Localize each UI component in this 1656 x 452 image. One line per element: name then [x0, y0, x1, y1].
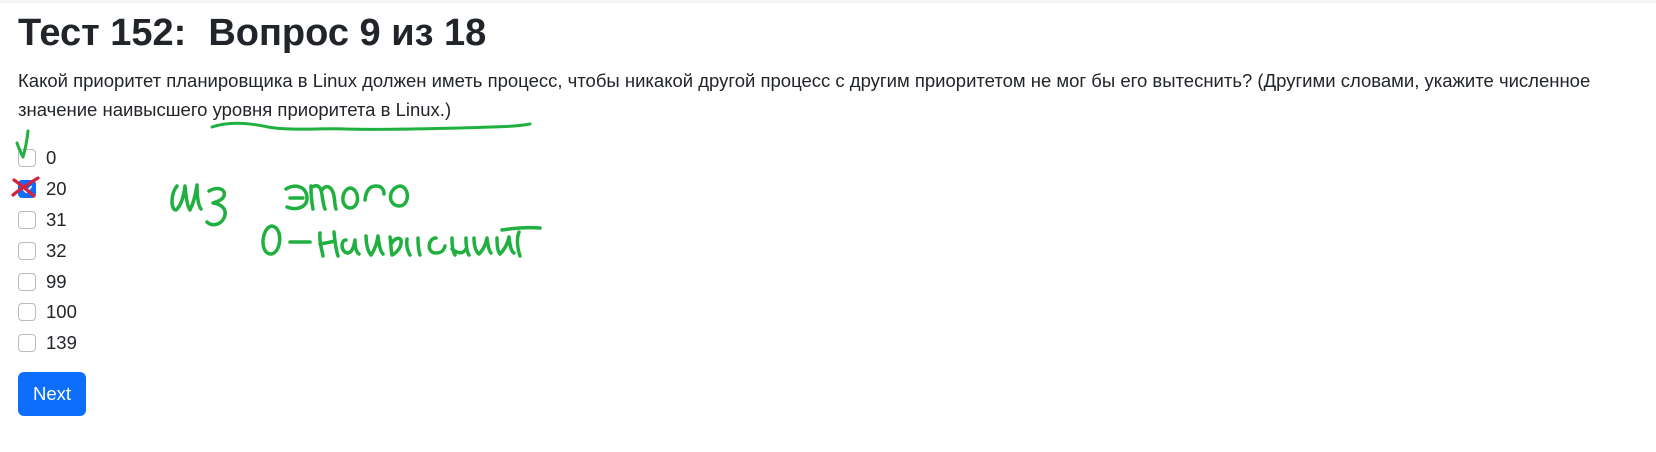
option-row[interactable]: 32: [18, 235, 77, 266]
answer-options: 0 20 31 32 99 100 139: [18, 143, 77, 359]
option-row[interactable]: 0: [18, 143, 77, 174]
option-checkbox[interactable]: [18, 180, 36, 199]
page-title: Тест 152: Вопрос 9 из 18: [18, 10, 486, 56]
question-progress: Вопрос 9 из 18: [208, 12, 487, 54]
option-row[interactable]: 139: [18, 328, 77, 359]
option-checkbox[interactable]: [18, 149, 36, 168]
top-border: [0, 0, 1656, 3]
option-row[interactable]: 31: [18, 205, 77, 236]
option-row[interactable]: 99: [18, 266, 77, 297]
option-label: 32: [46, 239, 67, 261]
option-label: 99: [46, 270, 67, 292]
option-label: 139: [46, 332, 77, 354]
next-button[interactable]: Next: [18, 372, 86, 416]
test-label: Тест 152:: [18, 12, 187, 54]
option-row[interactable]: 20: [18, 174, 77, 205]
option-checkbox[interactable]: [18, 303, 36, 322]
handwritten-note: [261, 224, 542, 258]
option-row[interactable]: 100: [18, 297, 77, 328]
option-checkbox[interactable]: [18, 272, 36, 291]
question-text: Какой приоритет планировщика в Linux дол…: [18, 70, 1591, 120]
handwritten-note: [170, 183, 410, 227]
underline-scribble: [210, 121, 532, 131]
option-checkbox[interactable]: [18, 334, 36, 353]
option-checkbox[interactable]: [18, 210, 36, 229]
option-label: 20: [46, 178, 67, 200]
option-label: 0: [46, 147, 57, 169]
option-checkbox[interactable]: [18, 241, 36, 260]
option-label: 100: [46, 301, 77, 323]
option-label: 31: [46, 208, 67, 230]
